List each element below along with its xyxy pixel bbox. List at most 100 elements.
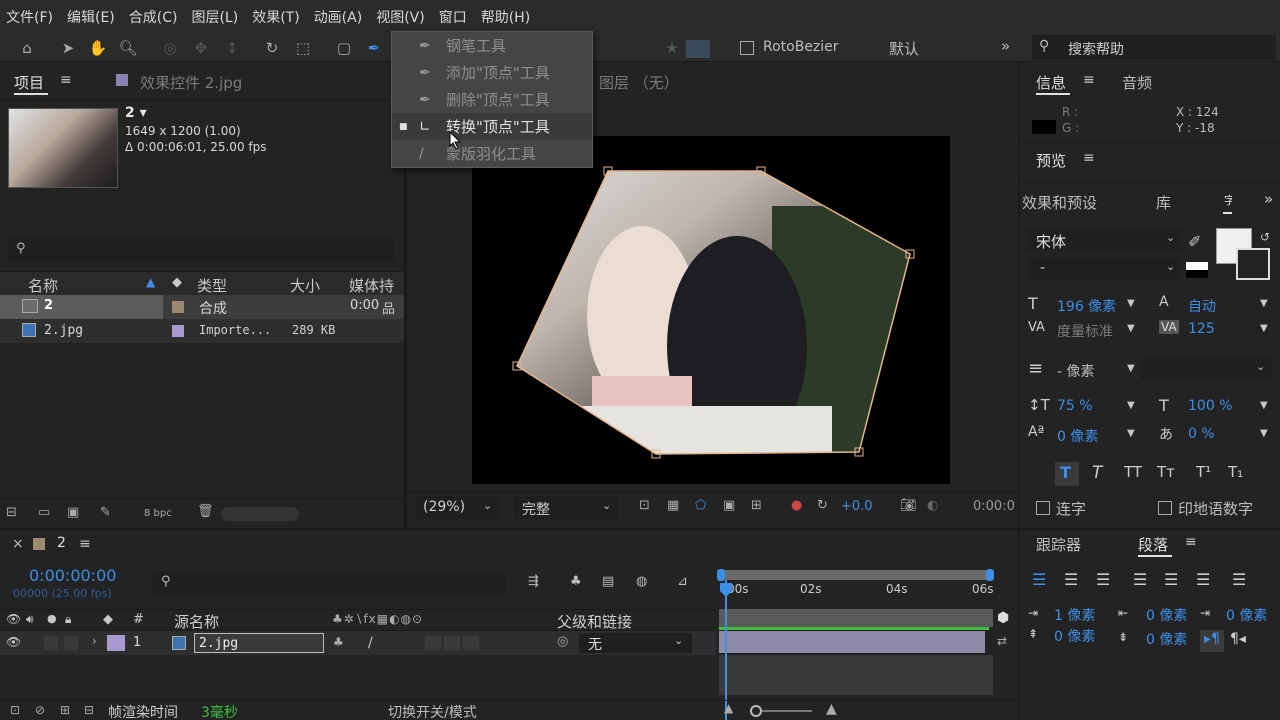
tab-effect-controls[interactable]: 效果控件 2.jpg bbox=[140, 72, 242, 93]
black-swatch[interactable] bbox=[1186, 270, 1208, 278]
delete-trash-icon[interactable]: 🗑︎ bbox=[197, 504, 214, 519]
current-time-display[interactable]: 0:00:00:00 bbox=[29, 566, 116, 585]
menu-help[interactable]: 帮助(H) bbox=[481, 7, 530, 27]
frame-blending-icon[interactable]: ▤ bbox=[602, 574, 614, 589]
first-line-indent-value[interactable]: 0 像素 bbox=[1226, 605, 1267, 625]
chevron-down-icon[interactable]: ▼ bbox=[1127, 298, 1135, 309]
time-ruler[interactable]: 00s 02s 04s 06s bbox=[719, 582, 994, 606]
column-parent-link[interactable]: 父级和链接 bbox=[557, 611, 632, 632]
space-after-value[interactable]: 0 像素 bbox=[1146, 629, 1187, 649]
comp-flowchart-icon[interactable]: ⇶ bbox=[528, 574, 539, 589]
graph-editor-icon[interactable]: ⊿ bbox=[677, 574, 688, 589]
region-of-interest-icon[interactable]: ▣ bbox=[723, 498, 735, 513]
close-tab-icon[interactable]: × bbox=[12, 536, 24, 552]
exposure-value[interactable]: +0.0 bbox=[841, 499, 873, 514]
menu-view[interactable]: 视图(V) bbox=[376, 7, 425, 27]
tab-paragraph[interactable]: 段落 bbox=[1138, 534, 1168, 555]
superscript-icon[interactable]: T¹ bbox=[1196, 463, 1211, 481]
align-center-icon[interactable]: ☰ bbox=[1064, 570, 1078, 589]
tab-tracker[interactable]: 跟踪器 bbox=[1036, 534, 1081, 555]
toggle-switches-modes[interactable]: 切换开关/模式 bbox=[388, 702, 477, 720]
show-snapshot-icon[interactable]: ◐ bbox=[927, 498, 938, 513]
parent-dropdown[interactable]: 无 ⌄ bbox=[579, 633, 692, 653]
resolution-dropdown[interactable]: 完整 ⌄ bbox=[514, 496, 618, 519]
rtl-direction-icon[interactable]: ¶◂ bbox=[1230, 631, 1246, 647]
video-eye-icon[interactable]: 👁︎ bbox=[6, 635, 21, 649]
layer-search-field[interactable]: ⚲ bbox=[153, 572, 506, 594]
space-before-value[interactable]: 0 像素 bbox=[1054, 626, 1095, 646]
panel-divider[interactable] bbox=[1018, 62, 1020, 720]
rectangle-tool-icon[interactable]: ▢ bbox=[334, 38, 354, 58]
faux-italic-icon[interactable]: T bbox=[1092, 463, 1102, 483]
flowchart-icon[interactable]: 品 bbox=[382, 298, 395, 317]
in-out-icon[interactable]: ⊞ bbox=[60, 703, 70, 717]
rotate-tool-icon[interactable]: ↻ bbox=[262, 38, 282, 58]
hindi-digits-checkbox[interactable] bbox=[1158, 501, 1172, 515]
overflow-chevron-icon[interactable]: » bbox=[1264, 190, 1273, 208]
work-area-start-handle[interactable] bbox=[717, 569, 725, 581]
work-area-bar[interactable] bbox=[717, 569, 994, 581]
panel-menu-icon[interactable]: ≡ bbox=[60, 72, 72, 88]
menu-edit[interactable]: 编辑(E) bbox=[67, 7, 115, 27]
zoom-tool-icon[interactable]: 🔍︎ bbox=[118, 38, 138, 58]
chevron-down-icon[interactable]: ▼ bbox=[1127, 363, 1135, 374]
pin-icon[interactable]: ★ bbox=[662, 38, 682, 58]
swap-colors-icon[interactable]: ↺ bbox=[1260, 230, 1270, 244]
align-right-icon[interactable]: ☰ bbox=[1096, 570, 1110, 589]
pen-tool-icon[interactable]: ✒ bbox=[364, 38, 384, 58]
menu-layer[interactable]: 图层(L) bbox=[191, 7, 238, 27]
help-search-field[interactable]: ⚲ 搜索帮助 bbox=[1032, 35, 1276, 60]
panel-menu-icon[interactable]: ≡ bbox=[1185, 534, 1197, 550]
tab-effects-presets[interactable]: 效果和预设 bbox=[1022, 192, 1097, 213]
workspace-overflow-icon[interactable]: » bbox=[1001, 37, 1010, 55]
vertical-scale-value[interactable]: 75 % bbox=[1057, 398, 1093, 414]
solo-icon[interactable]: ● bbox=[47, 612, 57, 625]
playhead-handle-icon[interactable] bbox=[719, 582, 733, 598]
tab-preview[interactable]: 预览 bbox=[1036, 150, 1066, 171]
panel-menu-icon[interactable]: ≡ bbox=[1083, 150, 1095, 166]
tsume-value[interactable]: 0 % bbox=[1188, 426, 1215, 442]
playhead-line[interactable] bbox=[725, 580, 727, 720]
ligatures-checkbox[interactable] bbox=[1036, 501, 1050, 515]
justify-all-icon[interactable]: ☰ bbox=[1232, 570, 1246, 589]
menu-item-pen-tool[interactable]: ✒ 钢笔工具 bbox=[392, 32, 592, 59]
tab-libraries[interactable]: 库 bbox=[1156, 192, 1171, 213]
selection-tool-icon[interactable]: ➤ bbox=[58, 38, 78, 58]
menu-effect[interactable]: 效果(T) bbox=[252, 7, 299, 27]
render-time-icon[interactable]: ⊟ bbox=[84, 703, 94, 717]
reset-exposure-icon[interactable]: ↻ bbox=[817, 498, 828, 513]
quality-switch-icon[interactable]: ∕ bbox=[368, 635, 373, 651]
new-composition-icon[interactable]: ▣ bbox=[67, 505, 79, 520]
menu-item-mask-feather[interactable]: ∕ 蒙版羽化工具 bbox=[392, 140, 592, 167]
project-search-field[interactable]: ⚲ bbox=[8, 238, 394, 262]
lock-icon[interactable]: 🔒︎ bbox=[65, 612, 71, 627]
chevron-down-icon[interactable]: ▼ bbox=[1260, 298, 1268, 309]
justify-center-icon[interactable]: ☰ bbox=[1164, 570, 1178, 589]
work-area-end-handle[interactable] bbox=[986, 569, 994, 581]
rotobezier-checkbox[interactable] bbox=[740, 41, 754, 55]
column-name[interactable]: 名称 bbox=[28, 275, 58, 296]
menu-animation[interactable]: 动画(A) bbox=[314, 7, 363, 27]
project-row-comp[interactable]: 2 合成 0:00 品 bbox=[0, 295, 404, 319]
tab-project[interactable]: 项目 bbox=[14, 72, 44, 93]
fill-color-swatch[interactable] bbox=[686, 40, 710, 58]
audio-toggle[interactable] bbox=[44, 636, 58, 650]
expand-chevron-icon[interactable]: › bbox=[92, 634, 97, 648]
justify-left-icon[interactable]: ☰ bbox=[1133, 570, 1147, 589]
tab-info[interactable]: 信息 bbox=[1036, 72, 1066, 93]
chevron-down-icon[interactable]: ▼ bbox=[1127, 323, 1135, 334]
font-style-dropdown[interactable]: - ⌄ bbox=[1028, 258, 1180, 280]
workspace-default[interactable]: 默认 bbox=[889, 38, 919, 59]
all-caps-icon[interactable]: TT bbox=[1124, 463, 1142, 481]
menu-item-add-vertex[interactable]: ✒ 添加"顶点"工具 bbox=[392, 59, 592, 86]
composition-canvas[interactable] bbox=[472, 136, 950, 484]
white-swatch[interactable] bbox=[1186, 262, 1208, 270]
font-size-value[interactable]: 196 像素 bbox=[1057, 296, 1116, 316]
tab-layer-viewer[interactable]: 图层 （无） bbox=[599, 72, 679, 93]
layer-switches-icon[interactable]: ⊡ bbox=[10, 703, 20, 717]
menu-file[interactable]: 文件(F) bbox=[6, 7, 53, 27]
transfer-controls-icon[interactable]: ⊘ bbox=[35, 703, 45, 717]
comp-button-icon[interactable]: ⇄ bbox=[997, 634, 1007, 648]
timeline-layer-row[interactable]: 👁︎ › 1 2.jpg ♣ ∕ ◎ 无 ⌄ bbox=[0, 631, 716, 655]
column-type[interactable]: 类型 bbox=[197, 275, 227, 296]
